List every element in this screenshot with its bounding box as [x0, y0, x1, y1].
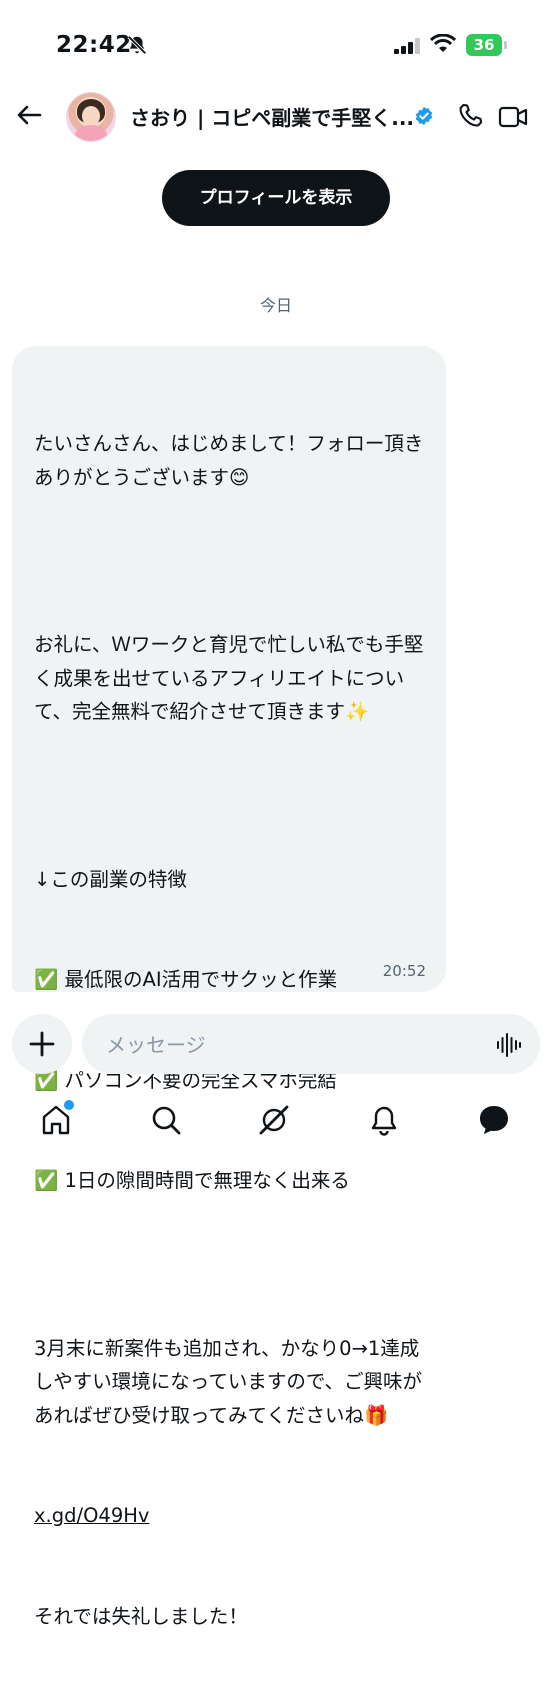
bell-muted-icon — [127, 35, 147, 55]
message-link[interactable]: x.gd/O49Hv — [34, 1504, 149, 1527]
message-line: お礼に、Ｗワークと育児で忙しい私でも手堅く成果を出せているアフィリエイトについて… — [34, 633, 424, 723]
message-line: ↓この副業の特徴 — [34, 867, 187, 891]
status-bar: 22:42 36 — [0, 0, 552, 92]
message-line: ✅ 最低限のAI活用でサクッと作業 — [34, 968, 338, 991]
arrow-left-icon[interactable] — [14, 100, 44, 130]
conversation-title[interactable]: さおり | コピペ副業で手堅く... — [130, 102, 412, 131]
cellular-signal-icon — [394, 38, 420, 54]
view-profile-button[interactable]: プロフィールを表示 — [162, 170, 390, 226]
battery-indicator: 36 — [466, 34, 502, 56]
verified-badge-icon — [415, 106, 433, 126]
wifi-icon — [430, 34, 456, 52]
phone-icon[interactable] — [456, 102, 484, 130]
avatar-body — [75, 125, 107, 141]
message-line: たいさんさん、はじめまして！フォロー頂きありがとうございます😊 — [34, 432, 424, 489]
message-icon — [480, 1106, 508, 1134]
message-line: ✅ 1日の隙間時間で無理なく出来る — [34, 1169, 350, 1192]
grok-icon — [259, 1105, 289, 1135]
video-icon[interactable] — [498, 104, 528, 130]
search-icon — [152, 1106, 181, 1135]
date-divider: 今日 — [259, 296, 292, 315]
avatar[interactable] — [66, 92, 116, 142]
tab-home[interactable] — [36, 1098, 76, 1140]
add-attachment-button[interactable] — [12, 1014, 72, 1074]
tab-messages[interactable] — [474, 1100, 514, 1140]
waveform-icon[interactable] — [496, 1032, 522, 1058]
battery-cap — [504, 41, 507, 49]
bell-icon — [371, 1106, 397, 1136]
plus-icon — [29, 1031, 55, 1057]
conversation-header: さおり | コピペ副業で手堅く... — [0, 88, 552, 144]
notification-dot — [62, 1098, 76, 1112]
message-closing: それでは失礼しました！ — [34, 1604, 248, 1628]
message-bubble[interactable]: たいさんさん、はじめまして！フォロー頂きありがとうございます😊 お礼に、Ｗワーク… — [12, 346, 446, 1628]
status-time: 22:42 — [56, 32, 132, 58]
message-composer — [82, 1014, 540, 1076]
message-input[interactable] — [104, 1014, 488, 1076]
avatar-face — [82, 106, 100, 126]
message-timestamp: 20:52 — [382, 962, 426, 980]
tab-grok[interactable] — [254, 1100, 294, 1140]
tab-notifications[interactable] — [364, 1100, 404, 1140]
bottom-tab-bar — [0, 1090, 552, 1150]
tab-search[interactable] — [146, 1100, 186, 1140]
message-line: 3月末に新案件も追加され、かなり0→1達成しやすい環境になっていますので、ご興味… — [34, 1336, 423, 1427]
